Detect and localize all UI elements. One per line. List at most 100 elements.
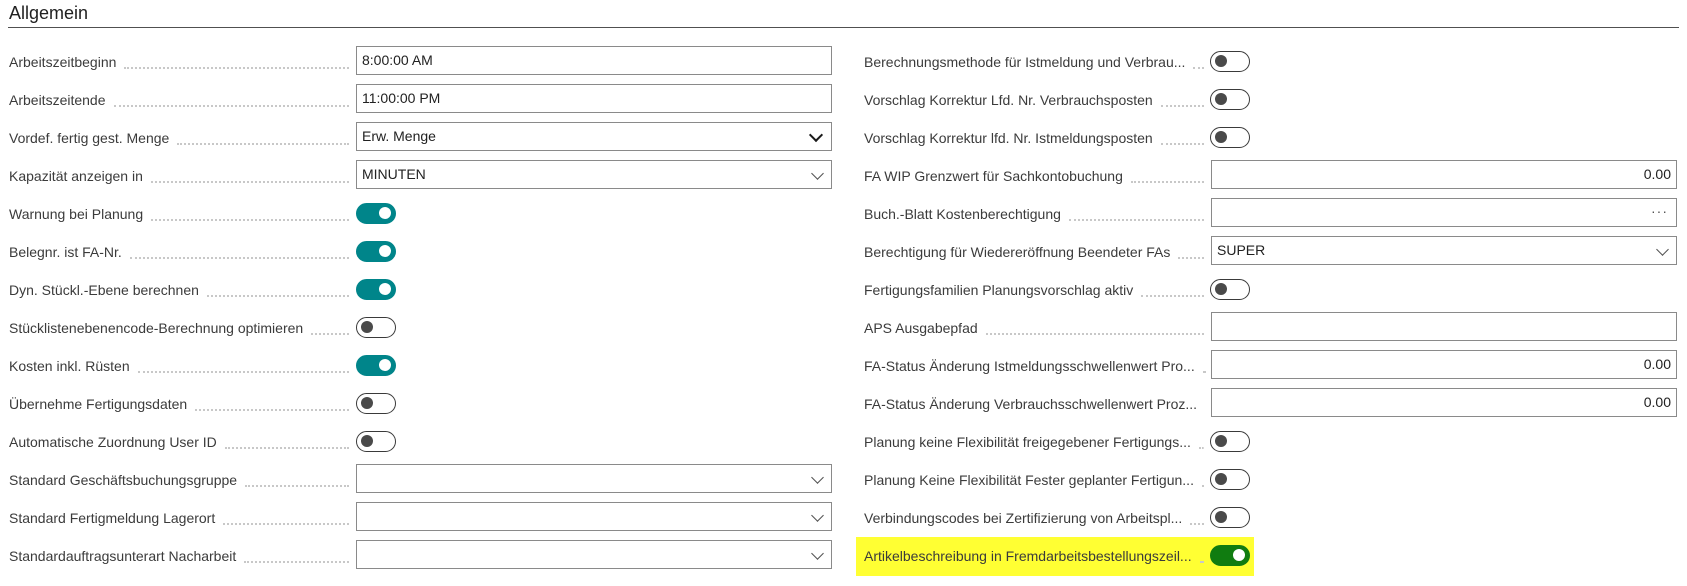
verbindungscodes-bei-zertifizierung-von-arbeitsp-toggle[interactable] [1210,507,1250,528]
field-planung-keine-flexibilitaet-freigegebener-fertig: Planung keine Flexibilität freigegebener… [864,423,1679,461]
vorschlag-korrektur-lfd-nr-istmeldungsposten-toggle[interactable] [1210,127,1250,148]
chevron-down-icon[interactable] [811,509,824,522]
right-field-column: Berechnungsmethode für Istmeldung und Ve… [856,43,1679,576]
leader-dots [1141,295,1204,297]
arbeitszeitende-input[interactable]: 11:00:00 PM [356,84,832,113]
leader-dots [1193,67,1204,69]
field-berechtigung-fuer-wiedereroeffnung-beendeter-fas: Berechtigung für Wiedereröffnung Beendet… [864,233,1679,271]
section-divider [8,27,1679,28]
field-label[interactable]: Vordef. fertig gest. Menge [9,119,346,157]
arbeitszeitbeginn-input[interactable]: 8:00:00 AM [356,46,832,75]
standardauftragsunterart-nacharbeit-dropdown[interactable] [356,540,832,569]
buch-blatt-kostenberechtigung-input[interactable]: ··· [1211,198,1677,227]
field-label[interactable]: Berechnungsmethode für Istmeldung und Ve… [864,43,1206,81]
fa-wip-grenzwert-fuer-sachkontobuchung-input[interactable]: 0.00 [1211,160,1677,189]
aps-ausgabepfad-input[interactable] [1211,312,1677,341]
field-label[interactable]: APS Ausgabepfad [864,309,1206,347]
field-verbindungscodes-bei-zertifizierung-von-arbeitsp: Verbindungscodes bei Zertifizierung von … [864,499,1679,537]
kosten-inkl-ruesten-toggle[interactable] [356,355,396,376]
fa-status-aenderung-verbrauchsschwellenwert-proz-input[interactable]: 0.00 [1211,388,1677,417]
field-label[interactable]: Planung Keine Flexibilität Fester geplan… [864,461,1206,499]
toggle-knob [1215,55,1227,67]
leader-dots [985,333,1204,335]
leader-dots [137,371,349,373]
field-label[interactable]: Belegnr. ist FA-Nr. [9,233,346,271]
vorschlag-korrektur-lfd-nr-verbrauchsposten-toggle[interactable] [1210,89,1250,110]
leader-dots [177,143,349,145]
toggle-knob [379,359,391,371]
field-planung-keine-flexibilitaet-fester-geplanter-fer: Planung Keine Flexibilität Fester geplan… [864,461,1679,499]
field-label[interactable]: Kapazität anzeigen in [9,157,346,195]
planung-keine-flexibilitaet-fester-geplanter-fer-toggle[interactable] [1210,469,1250,490]
leader-dots [195,409,349,411]
field-label[interactable]: Verbindungscodes bei Zertifizierung von … [864,499,1206,537]
chevron-down-icon[interactable] [811,471,824,484]
field-label[interactable]: FA-Status Änderung Istmeldungsschwellenw… [864,347,1206,385]
dyn-stueckl-ebene-berechnen-toggle[interactable] [356,279,396,300]
field-label[interactable]: Arbeitszeitbeginn [9,43,346,81]
leader-dots [1068,219,1204,221]
leader-dots [1202,371,1204,373]
belegnr-ist-fa-nr-toggle[interactable] [356,241,396,262]
field-label[interactable]: Fertigungsfamilien Planungsvorschlag akt… [864,271,1206,309]
leader-dots [113,105,349,107]
field-label[interactable]: Standardauftragsunterart Nacharbeit [9,537,346,575]
field-arbeitszeitende: Arbeitszeitende 11:00:00 PM [9,81,832,119]
field-artikelbeschreibung-in-fremdarbeitsbestellungsze: Artikelbeschreibung in Fremdarbeitsbeste… [856,537,1679,576]
field-label[interactable]: Stücklistenebenencode-Berechnung optimie… [9,309,346,347]
leader-dots [224,447,349,449]
automatische-zuordnung-user-id-toggle[interactable] [356,431,396,452]
vordef-fertig-gest-menge-dropdown[interactable]: Erw. Menge [356,122,832,151]
leader-dots [311,333,349,335]
standard-fertigmeldung-lagerort-dropdown[interactable] [356,502,832,531]
field-value: 11:00:00 PM [362,90,441,106]
chevron-down-icon[interactable] [808,127,824,143]
chevron-down-icon[interactable] [811,167,824,180]
standard-geschaeftsbuchungsgruppe-dropdown[interactable] [356,464,832,493]
field-label[interactable]: Standard Fertigmeldung Lagerort [9,499,346,537]
kapazitaet-anzeigen-in-dropdown[interactable]: MINUTEN [356,160,832,189]
fa-status-aenderung-istmeldungsschwellenwert-pro-input[interactable]: 0.00 [1211,350,1677,379]
field-standardauftragsunterart-nacharbeit: Standardauftragsunterart Nacharbeit [9,537,832,575]
field-fa-status-aenderung-verbrauchsschwellenwert-proz: FA-Status Änderung Verbrauchsschwellenwe… [864,385,1679,423]
field-label[interactable]: Vorschlag Korrektur Lfd. Nr. Verbrauchsp… [864,81,1206,119]
field-label[interactable]: Standard Geschäftsbuchungsgruppe [9,461,346,499]
planung-keine-flexibilitaet-freigegebener-fertig-toggle[interactable] [1210,431,1250,452]
field-label[interactable]: Vorschlag Korrektur lfd. Nr. Istmeldungs… [864,119,1206,157]
field-label[interactable]: FA WIP Grenzwert für Sachkontobuchung [864,157,1206,195]
fertigungsfamilien-planungsvorschlag-aktiv-toggle[interactable] [1210,279,1250,300]
artikelbeschreibung-in-fremdarbeitsbestellungsze-toggle[interactable] [1210,545,1250,566]
field-belegnr-ist-fa-nr: Belegnr. ist FA-Nr. [9,233,825,271]
field-stuecklistenebenencode-berechnung-optimieren: Stücklistenebenencode-Berechnung optimie… [9,309,825,347]
toggle-knob [379,283,391,295]
chevron-down-icon[interactable] [1656,243,1669,256]
field-label[interactable]: FA-Status Änderung Verbrauchsschwellenwe… [864,385,1206,423]
uebernehme-fertigungsdaten-toggle[interactable] [356,393,396,414]
field-label[interactable]: Dyn. Stückl.-Ebene berechnen [9,271,346,309]
field-label[interactable]: Automatische Zuordnung User ID [9,423,346,461]
stuecklistenebenencode-berechnung-optimieren-toggle[interactable] [356,317,396,338]
field-kosten-inkl-ruesten: Kosten inkl. Rüsten [9,347,825,385]
field-label[interactable]: Kosten inkl. Rüsten [9,347,346,385]
field-label[interactable]: Planung keine Flexibilität freigegebener… [864,423,1206,461]
field-value: SUPER [1217,242,1266,258]
field-label[interactable]: Übernehme Fertigungsdaten [9,385,346,423]
leader-dots [1201,485,1204,487]
more-options-icon[interactable]: ··· [1651,199,1668,223]
leader-dots [129,257,349,259]
field-vorschlag-korrektur-lfd-nr-istmeldungsposten: Vorschlag Korrektur lfd. Nr. Istmeldungs… [864,119,1679,157]
field-automatische-zuordnung-user-id: Automatische Zuordnung User ID [9,423,825,461]
field-value: 8:00:00 AM [362,52,433,68]
field-label[interactable]: Arbeitszeitende [9,81,346,119]
section-title[interactable]: Allgemein [9,3,88,24]
chevron-down-icon[interactable] [811,547,824,560]
field-label[interactable]: Buch.-Blatt Kostenberechtigung [864,195,1206,233]
field-label[interactable]: Artikelbeschreibung in Fremdarbeitsbeste… [864,537,1206,575]
warnung-bei-planung-toggle[interactable] [356,203,396,224]
berechnungsmethode-fuer-istmeldung-und-verbrau-toggle[interactable] [1210,51,1250,72]
berechtigung-fuer-wiedereroeffnung-beendeter-fas-dropdown[interactable]: SUPER [1211,236,1677,265]
field-label[interactable]: Warnung bei Planung [9,195,346,233]
field-berechnungsmethode-fuer-istmeldung-und-verbrau: Berechnungsmethode für Istmeldung und Ve… [864,43,1679,81]
field-label[interactable]: Berechtigung für Wiedereröffnung Beendet… [864,233,1206,271]
field-value: 0.00 [1643,394,1671,410]
